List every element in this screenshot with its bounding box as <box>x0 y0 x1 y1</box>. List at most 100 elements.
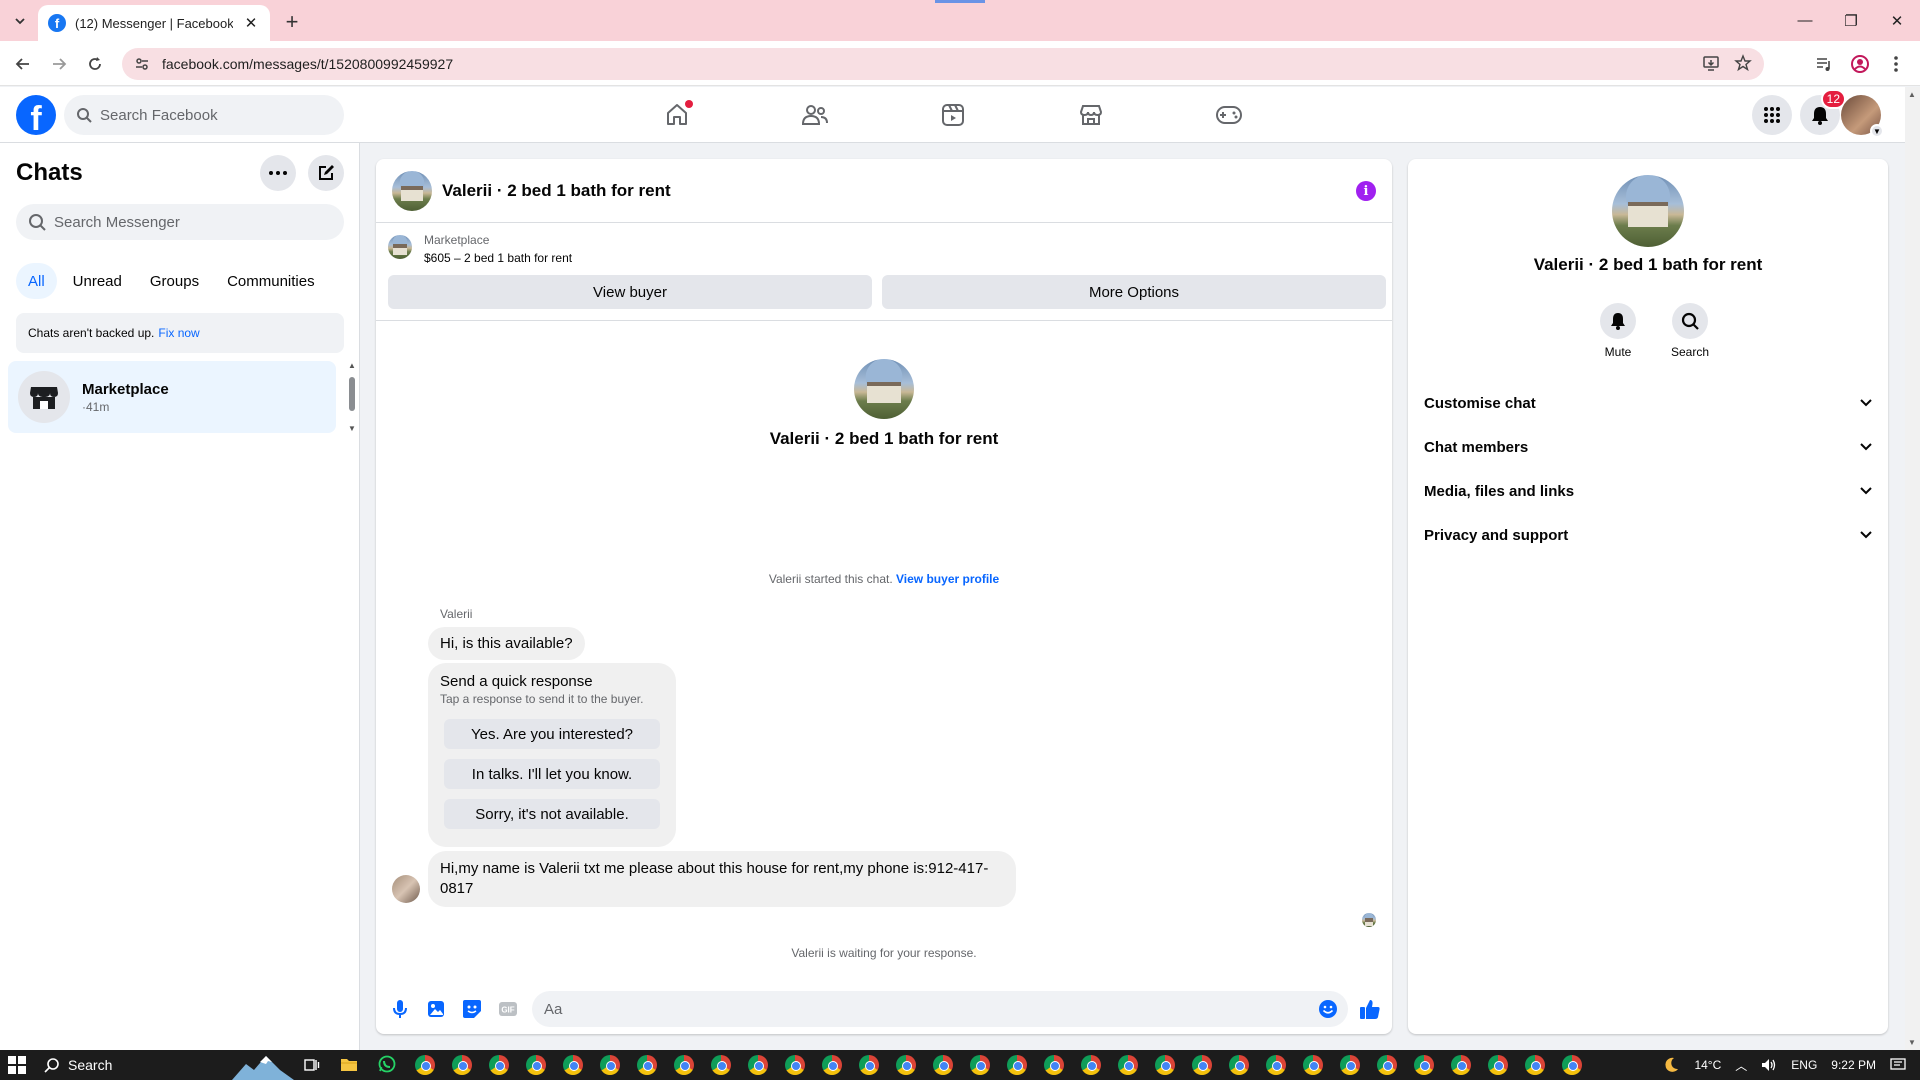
windows-start-icon[interactable] <box>8 1056 26 1074</box>
quick-response-in-talks[interactable]: In talks. I'll let you know. <box>444 759 660 789</box>
page-scrollbar[interactable]: ▲ ▼ <box>1905 87 1920 1050</box>
section-privacy-support[interactable]: Privacy and support <box>1416 513 1880 557</box>
chrome-taskbar-icon[interactable] <box>1303 1055 1323 1075</box>
chrome-taskbar-icon[interactable] <box>1525 1055 1545 1075</box>
profile-icon[interactable] <box>1848 52 1872 76</box>
filter-unread[interactable]: Unread <box>61 263 134 299</box>
chrome-taskbar-icon[interactable] <box>637 1055 657 1075</box>
section-media-files-links[interactable]: Media, files and links <box>1416 469 1880 513</box>
chrome-taskbar-icon[interactable] <box>1044 1055 1064 1075</box>
chat-list-scrollbar[interactable]: ▲ ▼ <box>346 361 358 433</box>
restore-icon[interactable]: ❐ <box>1828 0 1874 41</box>
listing-price-title[interactable]: $605 – 2 bed 1 bath for rent <box>424 251 572 265</box>
nav-video[interactable] <box>898 87 1008 143</box>
chrome-taskbar-icon[interactable] <box>1192 1055 1212 1075</box>
account-avatar[interactable]: ▼ <box>1841 95 1884 138</box>
chrome-taskbar-icon[interactable] <box>1266 1055 1286 1075</box>
volume-icon[interactable] <box>1761 1058 1777 1072</box>
window-close-icon[interactable]: ✕ <box>1874 0 1920 41</box>
view-buyer-profile-link[interactable]: View buyer profile <box>896 572 999 586</box>
scroll-down-arrow-icon[interactable]: ▼ <box>1908 1038 1916 1047</box>
tab-close-icon[interactable]: ✕ <box>242 14 260 32</box>
scroll-thumb[interactable] <box>349 377 355 411</box>
listing-thumbnail[interactable] <box>388 235 412 259</box>
tab-search-dropdown-icon[interactable] <box>6 9 34 33</box>
menu-grid-button[interactable] <box>1752 95 1792 135</box>
sticker-icon[interactable] <box>460 997 484 1021</box>
details-avatar[interactable] <box>1612 175 1684 247</box>
temperature[interactable]: 14°C <box>1694 1058 1721 1072</box>
chrome-taskbar-icon[interactable] <box>785 1055 805 1075</box>
search-messenger-input[interactable]: Search Messenger <box>16 204 344 240</box>
sender-avatar[interactable] <box>392 875 420 903</box>
chrome-taskbar-icon[interactable] <box>822 1055 842 1075</box>
facebook-search-input[interactable]: Search Facebook <box>64 95 344 135</box>
microphone-icon[interactable] <box>388 997 412 1021</box>
nav-gaming[interactable] <box>1174 87 1284 143</box>
conversation-title[interactable]: Valerii · 2 bed 1 bath for rent <box>442 181 671 201</box>
reload-icon[interactable] <box>82 51 108 77</box>
chrome-taskbar-icon[interactable] <box>748 1055 768 1075</box>
language-indicator[interactable]: ENG <box>1791 1058 1817 1072</box>
chrome-taskbar-icon[interactable] <box>1562 1055 1582 1075</box>
back-icon[interactable] <box>10 51 36 77</box>
media-controls-icon[interactable] <box>1812 52 1836 76</box>
chrome-taskbar-icon[interactable] <box>896 1055 916 1075</box>
gif-icon[interactable]: GIF <box>496 997 520 1021</box>
chat-options-button[interactable] <box>260 155 296 191</box>
minimize-icon[interactable]: — <box>1782 0 1828 41</box>
chrome-taskbar-icon[interactable] <box>711 1055 731 1075</box>
taskbar-search[interactable]: Search <box>44 1050 112 1080</box>
chrome-taskbar-icon[interactable] <box>1451 1055 1471 1075</box>
bookmark-star-icon[interactable] <box>1734 54 1752 72</box>
nav-friends[interactable] <box>760 87 870 143</box>
whatsapp-icon[interactable] <box>378 1055 396 1073</box>
chrome-taskbar-icon[interactable] <box>415 1055 435 1075</box>
search-conversation-button[interactable]: Search <box>1660 303 1720 359</box>
facebook-logo-icon[interactable]: f <box>16 95 56 135</box>
fix-now-link[interactable]: Fix now <box>158 326 199 340</box>
chrome-taskbar-icon[interactable] <box>970 1055 990 1075</box>
tray-chevron-up-icon[interactable]: ︿ <box>1735 1057 1747 1074</box>
notification-center-icon[interactable] <box>1890 1058 1906 1072</box>
chrome-taskbar-icon[interactable] <box>563 1055 583 1075</box>
mute-button[interactable]: Mute <box>1588 303 1648 359</box>
filter-communities[interactable]: Communities <box>215 263 327 299</box>
clock-time[interactable]: 9:22 PM <box>1831 1058 1876 1072</box>
chrome-taskbar-icon[interactable] <box>1081 1055 1101 1075</box>
address-bar[interactable]: facebook.com/messages/t/1520800992459927 <box>122 48 1764 80</box>
chrome-taskbar-icon[interactable] <box>859 1055 879 1075</box>
conversation-avatar[interactable] <box>392 170 432 211</box>
browser-tab-messenger[interactable]: f (12) Messenger | Facebook ✕ <box>38 5 270 41</box>
chrome-taskbar-icon[interactable] <box>600 1055 620 1075</box>
section-customise-chat[interactable]: Customise chat <box>1416 381 1880 425</box>
chrome-taskbar-icon[interactable] <box>1229 1055 1249 1075</box>
chrome-taskbar-icon[interactable] <box>526 1055 546 1075</box>
scroll-up-arrow-icon[interactable]: ▲ <box>348 361 356 370</box>
task-view-icon[interactable] <box>304 1057 320 1073</box>
install-app-icon[interactable] <box>1702 54 1720 72</box>
chrome-taskbar-icon[interactable] <box>1377 1055 1397 1075</box>
new-message-button[interactable] <box>308 155 344 191</box>
chrome-taskbar-icon[interactable] <box>933 1055 953 1075</box>
forward-icon[interactable] <box>46 51 72 77</box>
view-buyer-button[interactable]: View buyer <box>388 275 872 309</box>
chrome-taskbar-icon[interactable] <box>1488 1055 1508 1075</box>
more-options-button[interactable]: More Options <box>882 275 1386 309</box>
weather-moon-icon[interactable] <box>1662 1056 1680 1074</box>
chrome-taskbar-icon[interactable] <box>1414 1055 1434 1075</box>
chrome-taskbar-icon[interactable] <box>1007 1055 1027 1075</box>
quick-response-not-available[interactable]: Sorry, it's not available. <box>444 799 660 829</box>
photo-icon[interactable] <box>424 997 448 1021</box>
new-tab-button[interactable]: + <box>280 9 304 34</box>
chat-list-item[interactable]: Marketplace ·41m <box>8 361 336 433</box>
scroll-down-arrow-icon[interactable]: ▼ <box>348 424 356 433</box>
filter-groups[interactable]: Groups <box>138 263 211 299</box>
info-icon[interactable]: i <box>1356 181 1376 201</box>
chrome-taskbar-icon[interactable] <box>674 1055 694 1075</box>
chrome-taskbar-icon[interactable] <box>489 1055 509 1075</box>
notifications-button[interactable]: 12 <box>1800 89 1846 135</box>
chrome-taskbar-icon[interactable] <box>1118 1055 1138 1075</box>
message-input[interactable] <box>532 991 1348 1027</box>
browser-menu-icon[interactable] <box>1884 52 1908 76</box>
